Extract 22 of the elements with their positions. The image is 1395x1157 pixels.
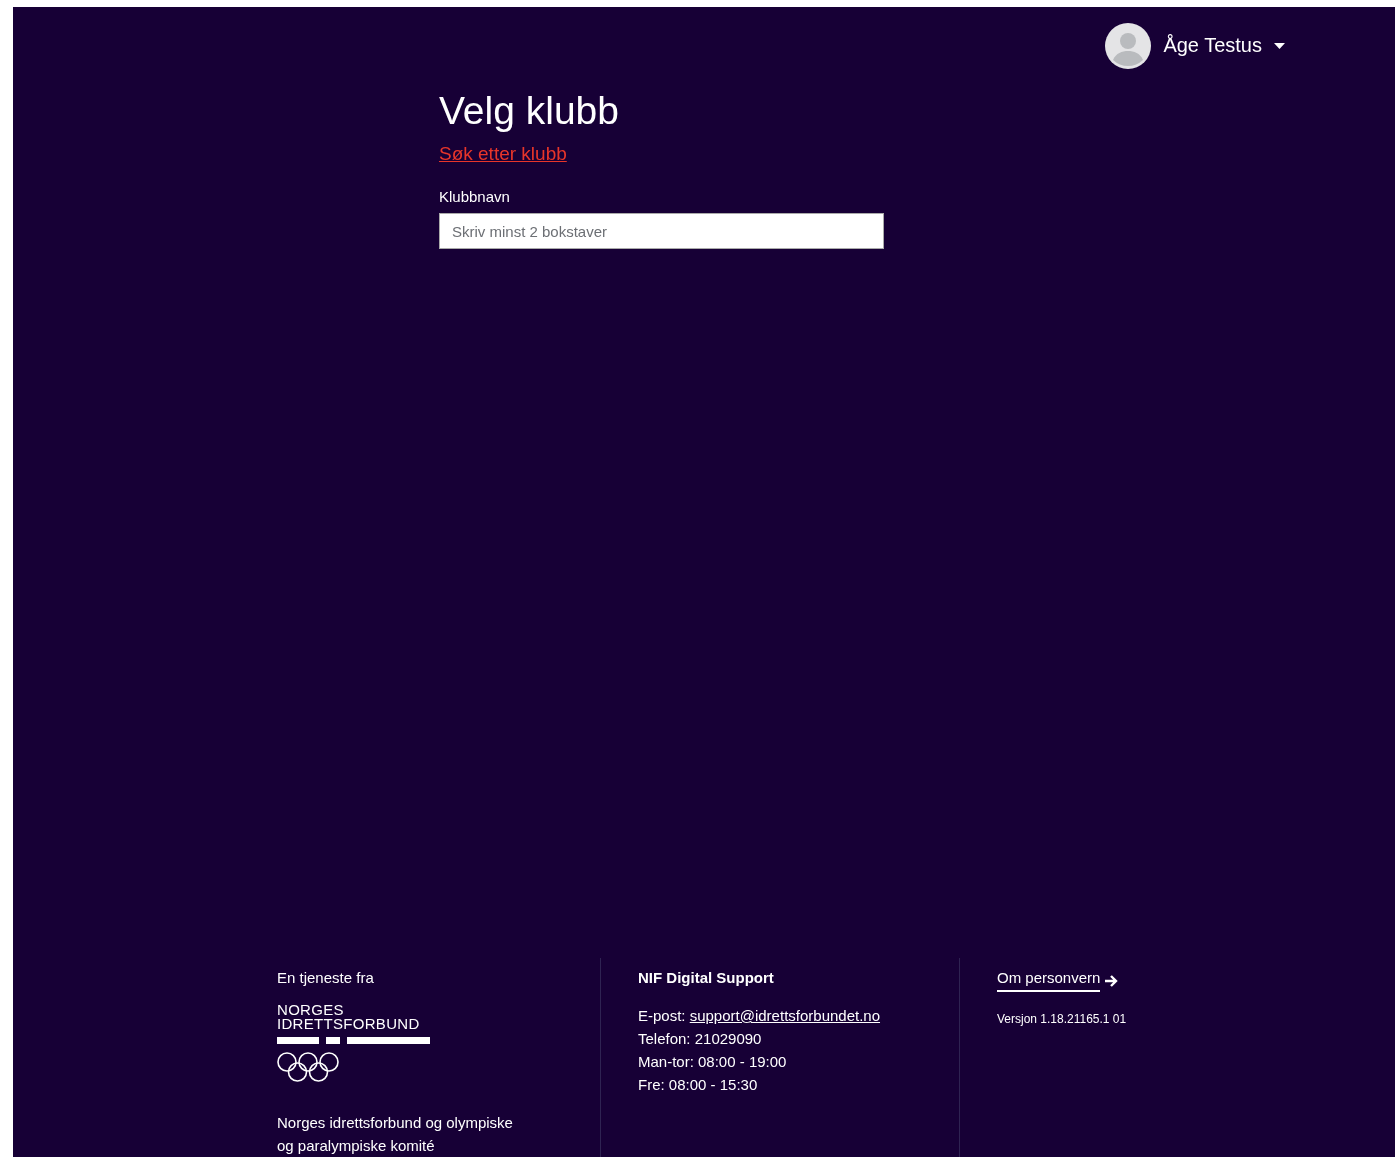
stripes-icon (277, 1037, 430, 1044)
avatar-icon (1105, 22, 1152, 69)
search-club-link[interactable]: Søk etter klubb (439, 143, 567, 164)
arrow-right-icon (1104, 973, 1119, 988)
email-label: E-post: (638, 1007, 687, 1024)
field-label: Klubbnavn (439, 188, 511, 205)
page-title: Velg klubb (439, 89, 620, 133)
privacy-link[interactable]: Om personvern (997, 969, 1119, 992)
support-info-text: Fre: 08:00 - 15:30 (638, 1075, 759, 1095)
logo-text: NORGES (277, 1003, 345, 1017)
club-name-field[interactable]: Skriv minst 2 bokstaver (439, 213, 884, 249)
organization-name: Norges idrettsforbund og olympiske og paralympiske komité (277, 1113, 514, 1156)
user-menu-button[interactable]: Åge Testus (1105, 22, 1285, 69)
support-heading: NIF Digital Support (638, 968, 775, 988)
support-info-text: Man-tor: 08:00 - 19:00 (638, 1052, 788, 1072)
provider-heading: En tjeneste fra (277, 968, 375, 988)
rings-icon (277, 1052, 341, 1083)
email-link[interactable]: support@idrettsforbundet.no (689, 1007, 881, 1024)
logo-text: IDRETTSFORBUND (277, 1017, 421, 1031)
support-info-text: Telefon: 21029090 (638, 1029, 763, 1049)
caret-icon (1274, 42, 1285, 49)
version-text: Versjon 1.18.21165.1 01 (997, 1011, 1128, 1028)
